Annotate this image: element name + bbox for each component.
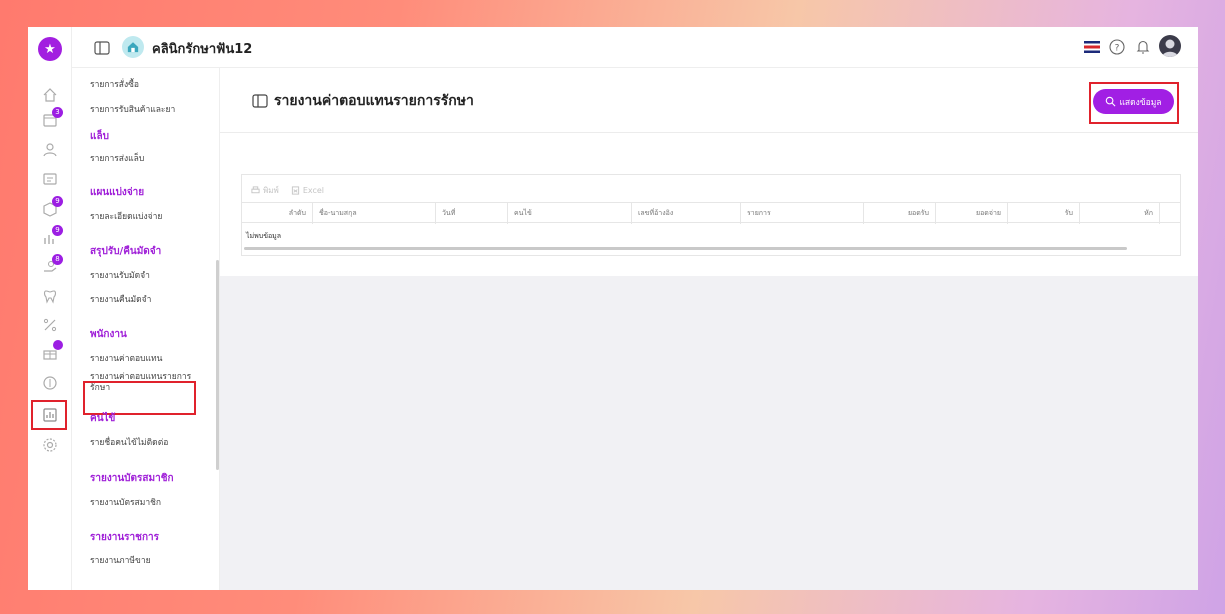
table-hscrollbar[interactable] [244, 247, 1127, 250]
user-icon[interactable] [40, 140, 60, 160]
print-label: พิมพ์ [263, 186, 279, 195]
top-bar: คลินิกรักษาฟัน12 ? [72, 27, 1198, 68]
avatar[interactable] [1159, 35, 1181, 57]
table-toolbar: พิมพ์ Excel [251, 184, 324, 197]
box-badge: 9 [52, 196, 63, 207]
report-icon-highlight [31, 400, 67, 430]
print-button[interactable]: พิมพ์ [251, 184, 279, 197]
gift-icon[interactable] [40, 340, 63, 363]
report-submenu: รายการสั่งซื้อ รายการรับสินค้าและยา แล็บ… [72, 68, 220, 590]
hand-coin-icon[interactable]: 8 [40, 254, 63, 277]
col-patient[interactable]: คนไข้ [507, 203, 631, 224]
page-header: รายงานค่าตอบแทนรายการรักษา แสดงข้อมูล [220, 68, 1198, 133]
col-expense[interactable]: ยอดจ่าย [935, 203, 1007, 224]
submenu-item-deposit-out[interactable]: รายงานคืนมัดจำ [90, 295, 200, 306]
excel-button[interactable]: Excel [291, 184, 324, 197]
submenu-head-deposit: สรุปรับ/คืนมัดจำ [90, 246, 162, 257]
no-data-text: ไม่พบข้อมูล [246, 232, 282, 240]
report-doc-icon [252, 93, 268, 108]
report-panel: พิมพ์ Excel ลำดับ ชื่อ-นามสกุล วันที่ คน… [220, 133, 1198, 276]
settings-icon[interactable] [40, 435, 60, 455]
clinic-home-icon [122, 36, 144, 58]
col-item[interactable]: รายการ [740, 203, 863, 224]
excel-icon [291, 186, 299, 195]
home-icon[interactable] [40, 85, 60, 105]
col-reference[interactable]: เลขที่อ้างอิง [631, 203, 740, 224]
show-button-highlight [1089, 82, 1179, 124]
submenu-item-tax[interactable]: รายงานภาษีขาย [90, 556, 200, 567]
submenu-head-patient: คนไข้ [90, 413, 116, 424]
main-content: รายงานค่าตอบแทนรายการรักษา แสดงข้อมูล พิ… [220, 68, 1198, 590]
tooth-icon[interactable] [40, 286, 60, 306]
submenu-scrollbar[interactable] [216, 260, 219, 470]
clinic-name[interactable]: คลินิกรักษาฟัน12 [152, 38, 252, 59]
col-name[interactable]: ชื่อ-นามสกุล [312, 203, 435, 224]
submenu-item-member[interactable]: รายงานบัตรสมาชิก [90, 498, 200, 509]
submenu-item-staff-pay[interactable]: รายงานค่าตอบแทน [90, 354, 200, 365]
gift-badge [53, 340, 63, 350]
logo-star-icon[interactable]: ★ [38, 37, 62, 61]
submenu-item-patient[interactable]: รายชื่อคนไข้ไม่ติดต่อ [90, 438, 200, 449]
thai-flag-icon[interactable] [1084, 41, 1100, 53]
hand-coin-badge: 8 [52, 254, 63, 265]
submenu-item-lab[interactable]: รายการส่งแล็บ [90, 154, 200, 165]
money-icon[interactable] [40, 373, 60, 393]
submenu-head-staff: พนักงาน [90, 329, 127, 340]
svg-text:?: ? [1115, 44, 1120, 54]
printer-icon [251, 186, 260, 194]
calendar-icon[interactable]: 3 [40, 107, 63, 130]
col-index[interactable]: ลำดับ [242, 203, 312, 224]
report-table: พิมพ์ Excel ลำดับ ชื่อ-นามสกุล วันที่ คน… [241, 174, 1181, 256]
submenu-head-member: รายงานบัตรสมาชิก [90, 473, 174, 484]
page-title: รายงานค่าตอบแทนรายการรักษา [274, 93, 474, 109]
excel-label: Excel [302, 186, 325, 195]
id-card-icon[interactable] [40, 169, 60, 189]
col-income[interactable]: ยอดรับ [863, 203, 935, 224]
box-icon[interactable]: 9 [40, 196, 63, 219]
chart-badge: 9 [52, 225, 63, 236]
col-deduct[interactable]: หัก [1079, 203, 1159, 224]
submenu-head-tax: รายงานราชการ [90, 532, 159, 543]
app-frame: ★ 3 9 9 8 คลินิกรักษาฟัน12 ? รายการสั่งซ… [28, 27, 1198, 590]
bell-icon[interactable] [1134, 38, 1152, 56]
submenu-item-plan[interactable]: รายละเอียดแบ่งจ่าย [90, 212, 200, 223]
sidebar-toggle-icon[interactable] [94, 40, 110, 55]
icon-rail: ★ 3 9 9 8 [28, 27, 72, 590]
submenu-item-order[interactable]: รายการสั่งซื้อ [90, 80, 200, 91]
submenu-item-deposit-in[interactable]: รายงานรับมัดจำ [90, 271, 200, 282]
submenu-item-receive[interactable]: รายการรับสินค้าและยา [90, 105, 200, 116]
chart-bars-icon[interactable]: 9 [40, 225, 63, 248]
col-receive[interactable]: รับ [1007, 203, 1079, 224]
calendar-badge: 3 [52, 107, 63, 118]
col-date[interactable]: วันที่ [435, 203, 507, 224]
submenu-active-highlight [83, 381, 196, 415]
help-icon[interactable]: ? [1108, 38, 1126, 56]
submenu-head-lab: แล็บ [90, 131, 109, 142]
submenu-head-plan: แผนแบ่งจ่าย [90, 187, 145, 198]
percent-icon[interactable] [40, 315, 60, 335]
table-header: ลำดับ ชื่อ-นามสกุล วันที่ คนไข้ เลขที่อ้… [242, 202, 1181, 224]
col-extra [1159, 203, 1181, 224]
